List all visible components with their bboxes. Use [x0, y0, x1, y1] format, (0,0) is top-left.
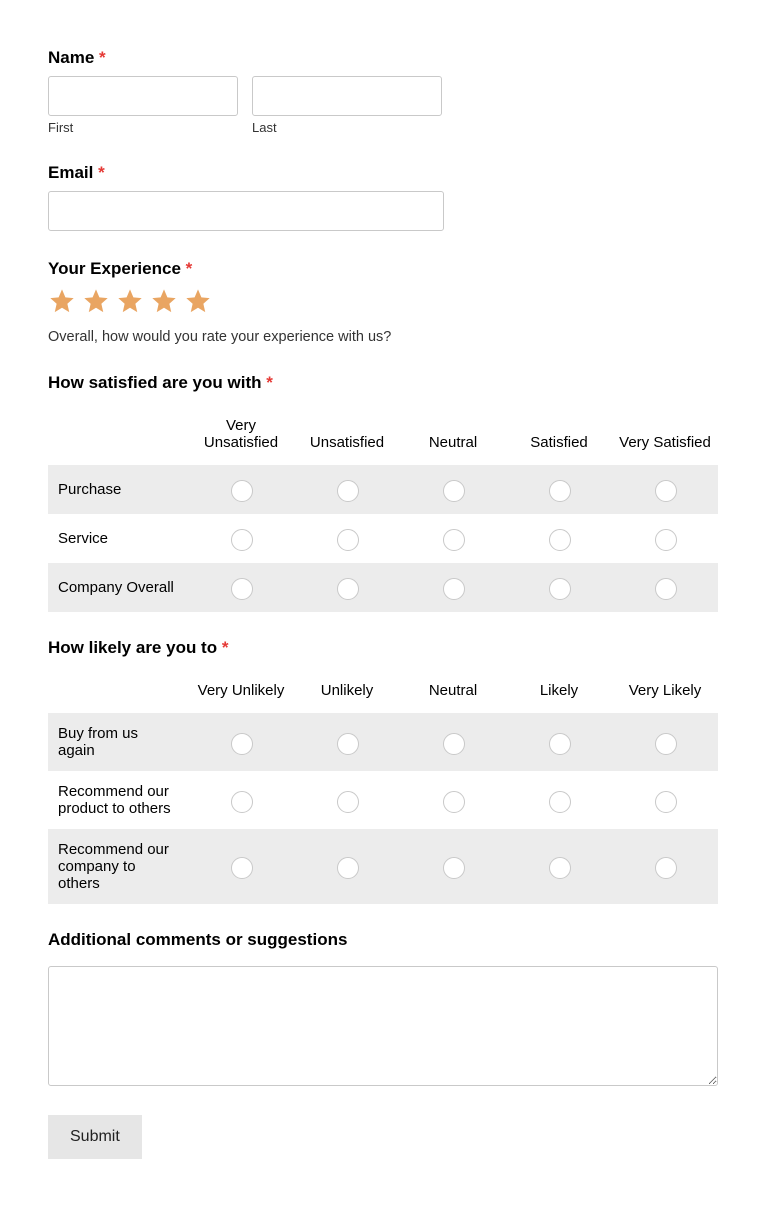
first-name-col: First — [48, 76, 238, 135]
satisfaction-radio[interactable] — [549, 529, 571, 551]
likelihood-radio[interactable] — [231, 857, 253, 879]
satisfaction-radio[interactable] — [443, 480, 465, 502]
matrix-col-header: Satisfied — [506, 409, 612, 465]
required-asterisk: * — [98, 163, 105, 182]
matrix-corner — [48, 674, 188, 713]
likelihood-radio[interactable] — [655, 791, 677, 813]
matrix-col-header: Very Satisfied — [612, 409, 718, 465]
required-asterisk: * — [266, 373, 273, 392]
likelihood-matrix: Very Unlikely Unlikely Neutral Likely Ve… — [48, 674, 718, 904]
satisfaction-title-text: How satisfied are you with — [48, 373, 262, 392]
star-icon[interactable] — [82, 287, 110, 315]
likelihood-radio[interactable] — [549, 791, 571, 813]
name-label: Name * — [48, 48, 720, 68]
satisfaction-radio[interactable] — [655, 578, 677, 600]
star-rating — [48, 287, 720, 315]
last-name-input[interactable] — [252, 76, 442, 116]
experience-label: Your Experience * — [48, 259, 720, 279]
star-icon[interactable] — [150, 287, 178, 315]
experience-field: Your Experience * Overall, how would you… — [48, 259, 720, 345]
satisfaction-radio[interactable] — [443, 578, 465, 600]
matrix-row: Buy from us again — [48, 713, 718, 771]
required-asterisk: * — [99, 48, 106, 67]
satisfaction-radio[interactable] — [337, 529, 359, 551]
matrix-row-label: Purchase — [48, 465, 188, 514]
matrix-col-header: Very Unsatisfied — [188, 409, 294, 465]
required-asterisk: * — [186, 259, 193, 278]
first-name-sublabel: First — [48, 120, 238, 135]
matrix-row-label: Company Overall — [48, 563, 188, 612]
matrix-row: Company Overall — [48, 563, 718, 612]
likelihood-radio[interactable] — [231, 791, 253, 813]
matrix-row-label: Recommend our company to others — [48, 829, 188, 904]
comments-textarea[interactable] — [48, 966, 718, 1086]
satisfaction-matrix: Very Unsatisfied Unsatisfied Neutral Sat… — [48, 409, 718, 612]
satisfaction-radio[interactable] — [443, 529, 465, 551]
last-name-col: Last — [252, 76, 442, 135]
matrix-row: Purchase — [48, 465, 718, 514]
satisfaction-title: How satisfied are you with * — [48, 373, 720, 393]
likelihood-radio[interactable] — [337, 857, 359, 879]
likelihood-radio[interactable] — [231, 733, 253, 755]
likelihood-radio[interactable] — [443, 857, 465, 879]
matrix-row: Service — [48, 514, 718, 563]
matrix-row: Recommend our company to others — [48, 829, 718, 904]
satisfaction-radio[interactable] — [231, 529, 253, 551]
matrix-col-header: Likely — [506, 674, 612, 713]
submit-button[interactable]: Submit — [48, 1115, 142, 1159]
matrix-row-label: Buy from us again — [48, 713, 188, 771]
likelihood-radio[interactable] — [443, 791, 465, 813]
likelihood-radio[interactable] — [337, 733, 359, 755]
email-label: Email * — [48, 163, 720, 183]
email-input[interactable] — [48, 191, 444, 231]
satisfaction-radio[interactable] — [549, 578, 571, 600]
email-label-text: Email — [48, 163, 93, 182]
matrix-col-header: Unsatisfied — [294, 409, 400, 465]
matrix-corner — [48, 409, 188, 465]
matrix-col-header: Neutral — [400, 674, 506, 713]
name-label-text: Name — [48, 48, 94, 67]
likelihood-radio[interactable] — [549, 857, 571, 879]
experience-helper: Overall, how would you rate your experie… — [48, 329, 720, 345]
matrix-row: Recommend our product to others — [48, 771, 718, 829]
star-icon[interactable] — [184, 287, 212, 315]
last-name-sublabel: Last — [252, 120, 442, 135]
likelihood-radio[interactable] — [337, 791, 359, 813]
comments-label: Additional comments or suggestions — [48, 930, 720, 950]
likelihood-title-text: How likely are you to — [48, 638, 217, 657]
matrix-col-header: Unlikely — [294, 674, 400, 713]
required-asterisk: * — [222, 638, 229, 657]
satisfaction-radio[interactable] — [549, 480, 571, 502]
matrix-col-header: Very Likely — [612, 674, 718, 713]
star-icon[interactable] — [116, 287, 144, 315]
satisfaction-radio[interactable] — [231, 480, 253, 502]
matrix-row-label: Service — [48, 514, 188, 563]
matrix-col-header: Neutral — [400, 409, 506, 465]
star-icon[interactable] — [48, 287, 76, 315]
matrix-row-label: Recommend our product to others — [48, 771, 188, 829]
likelihood-radio[interactable] — [655, 733, 677, 755]
likelihood-radio[interactable] — [655, 857, 677, 879]
likelihood-radio[interactable] — [549, 733, 571, 755]
email-field: Email * — [48, 163, 720, 231]
matrix-col-header: Very Unlikely — [188, 674, 294, 713]
satisfaction-radio[interactable] — [655, 480, 677, 502]
name-field: Name * First Last — [48, 48, 720, 135]
name-row: First Last — [48, 76, 720, 135]
likelihood-radio[interactable] — [443, 733, 465, 755]
satisfaction-radio[interactable] — [231, 578, 253, 600]
likelihood-title: How likely are you to * — [48, 638, 720, 658]
satisfaction-radio[interactable] — [655, 529, 677, 551]
satisfaction-radio[interactable] — [337, 480, 359, 502]
satisfaction-radio[interactable] — [337, 578, 359, 600]
experience-label-text: Your Experience — [48, 259, 181, 278]
first-name-input[interactable] — [48, 76, 238, 116]
